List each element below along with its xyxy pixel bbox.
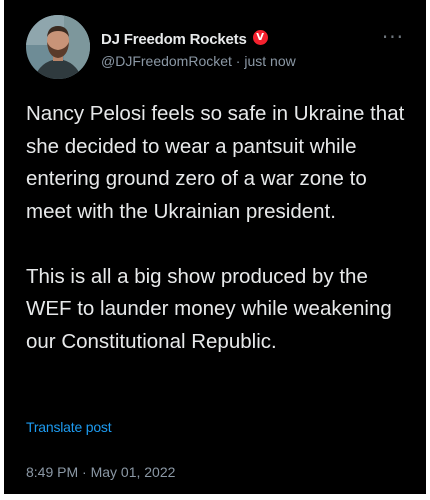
avatar-image (26, 15, 90, 79)
tweet-paragraph: This is all a big show produced by the W… (26, 264, 392, 353)
tweet-paragraph: Nancy Pelosi feels so safe in Ukraine th… (26, 102, 405, 223)
avatar[interactable] (26, 15, 90, 79)
author-display-name[interactable]: DJ Freedom Rockets (101, 31, 247, 48)
author-handle-and-time[interactable]: @DJFreedomRocket · just now (101, 53, 296, 69)
tweet-body: Nancy Pelosi feels so safe in Ukraine th… (26, 98, 412, 358)
tweet-card: DJ Freedom Rockets V @DJFreedomRocket · … (0, 0, 430, 500)
author-name-row[interactable]: DJ Freedom Rockets V (101, 30, 268, 48)
translate-post-link[interactable]: Translate post (26, 419, 112, 435)
verified-badge-icon: V (252, 30, 268, 45)
tweet-timestamp[interactable]: 8:49 PM · May 01, 2022 (26, 464, 175, 480)
more-horizontal-icon[interactable]: ··· (382, 27, 404, 47)
